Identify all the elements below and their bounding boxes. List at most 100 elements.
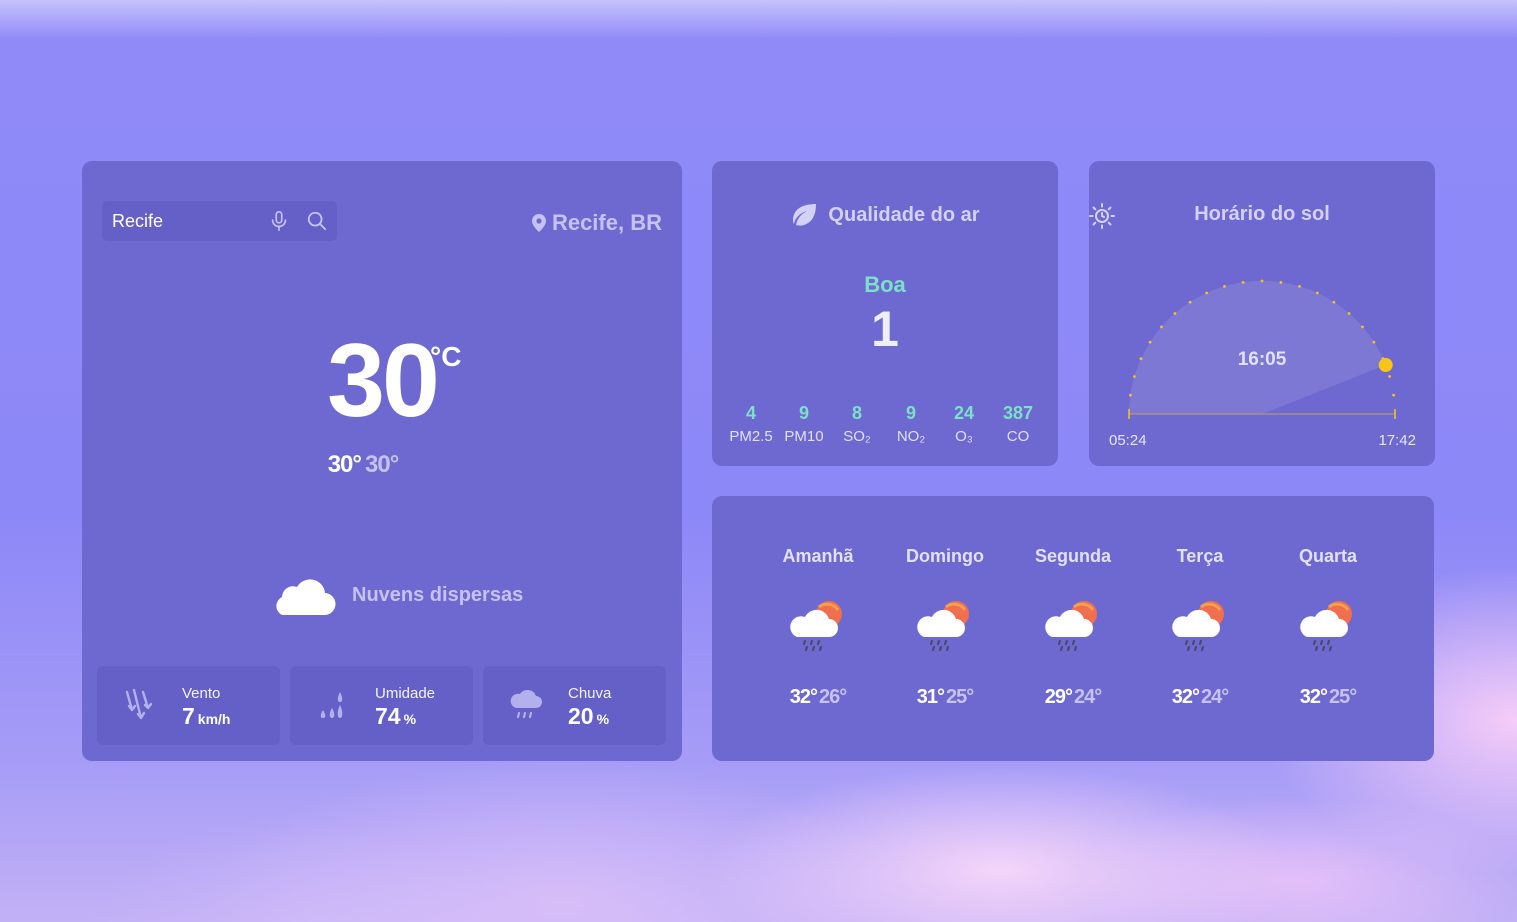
forecast-min: 26° <box>819 686 847 708</box>
pollutant-o3: 24 O₃ <box>938 403 990 445</box>
pollutant-name: PM10 <box>784 428 824 445</box>
rain-sun-cloud-icon <box>788 599 844 652</box>
pollutant-name: O₃ <box>955 428 973 445</box>
forecast-day-name: Terça <box>1176 546 1224 566</box>
sun-arc-dot <box>1133 375 1136 378</box>
weather-condition: Nuvens dispersas <box>268 573 523 617</box>
humidity-label: Umidade <box>375 685 436 702</box>
sun-arc-dot <box>1332 300 1336 304</box>
humidity-number: 74 <box>375 703 401 729</box>
forecast-max: 32° <box>1299 686 1328 708</box>
air-quality-card: Qualidade do ar Boa 1 4 PM2.5 9 PM10 8 S… <box>712 161 1058 466</box>
current-weather-card: Recife, BR 30 °C 30°30° Nuvens dispersas… <box>82 161 682 761</box>
wind-icon <box>125 688 153 720</box>
forecast-min: 25° <box>946 686 974 708</box>
max-temp: 30° <box>327 451 362 478</box>
rain-label: Chuva <box>568 685 612 702</box>
forecast-temps: 29° 24° <box>1009 686 1137 709</box>
pollutant-name: SO₂ <box>843 428 871 445</box>
sun-arc-dot <box>1148 340 1152 344</box>
temperature-unit: °C <box>430 341 462 372</box>
forecast-day-name: Segunda <box>1034 546 1111 566</box>
wind-number: 7 <box>182 703 195 729</box>
forecast-min: 24° <box>1074 686 1102 708</box>
air-quality-status: Boa <box>864 272 906 297</box>
pollutant-name: PM2.5 <box>729 428 773 445</box>
sun-arc-dot <box>1372 340 1376 344</box>
sun-arc-dot <box>1160 325 1163 329</box>
forecast-max: 32° <box>1171 686 1200 708</box>
temperature-value: 30 <box>327 323 440 439</box>
rain-sun-cloud-icon <box>915 599 971 652</box>
forecast-day: Amanhã 32° 26° <box>754 546 882 709</box>
sunrise-time: 05:24 <box>1109 432 1147 449</box>
sun-times-card: Horário do sol 16:05 05:24 17:42 <box>1089 161 1435 466</box>
forecast-max: 31° <box>916 686 945 708</box>
sun-arc-chart <box>1128 279 1396 419</box>
pollutant-value: 9 <box>905 403 916 423</box>
wind-unit: km/h <box>197 711 231 727</box>
location: Recife, BR <box>531 209 662 237</box>
rain-sun-cloud-icon <box>1170 599 1226 652</box>
rain-unit: % <box>596 711 610 727</box>
air-quality-title: Qualidade do ar <box>712 203 1058 227</box>
cloud-icon <box>276 579 336 616</box>
wind-label: Vento <box>182 685 221 702</box>
sun-arc-dot <box>1188 300 1192 304</box>
sun-elapsed-sector <box>1128 280 1386 414</box>
forecast-day: Domingo 31° 25° <box>881 546 1009 709</box>
humidity-drops-icon <box>320 692 343 718</box>
rain-cloud-icon <box>510 689 542 719</box>
forecast-day: Terça 32° 24° <box>1136 546 1264 709</box>
sun-arc-dot <box>1361 325 1364 329</box>
forecast-day-name: Amanhã <box>782 546 854 566</box>
forecast-temps: 32° 26° <box>754 686 882 709</box>
sun-arc-dot <box>1347 312 1351 315</box>
sunset-time: 17:42 <box>1378 432 1416 449</box>
search-box <box>102 201 337 241</box>
rain-sun-cloud-icon <box>1043 599 1099 652</box>
humidity-stat: Umidade 74% <box>290 666 473 745</box>
min-temp: 30° <box>365 451 399 478</box>
current-temperature: 30 °C <box>82 329 682 433</box>
rain-value: 20% <box>568 703 609 730</box>
pollutant-co: 387 CO <box>992 403 1044 445</box>
pollutant-value: 4 <box>745 403 756 423</box>
condition-label: Nuvens dispersas <box>352 583 524 606</box>
pollutant-value: 8 <box>851 403 862 423</box>
sun-arc-dot <box>1241 281 1245 284</box>
pollutant-value: 24 <box>953 403 975 423</box>
location-label: Recife, BR <box>551 210 662 235</box>
search-icon[interactable] <box>306 210 328 232</box>
sun-arc-dot <box>1173 312 1177 315</box>
pollutant-no2: 9 NO₂ <box>885 403 937 445</box>
pollutant-name: CO <box>1006 428 1030 445</box>
leaf-icon <box>793 204 817 226</box>
air-quality-title-text: Qualidade do ar <box>828 203 980 226</box>
rain-sun-cloud-icon <box>1298 599 1354 652</box>
pollutant-value: 387 <box>1002 403 1034 423</box>
map-pin-icon <box>531 214 546 232</box>
sun-arc-dot <box>1392 393 1395 397</box>
search-input[interactable] <box>112 209 262 233</box>
min-max-temperature: 30° 30° <box>82 451 644 479</box>
humidity-value: 74% <box>375 703 416 730</box>
forecast-min: 25° <box>1329 686 1357 708</box>
forecast-max: 32° <box>789 686 818 708</box>
forecast-day-name: Quarta <box>1298 546 1358 566</box>
pollutant-pm10: 9 PM10 <box>778 403 830 445</box>
sun-arc-dot <box>1260 279 1264 283</box>
sun-arc-dot <box>1223 285 1226 288</box>
sun-arc-dot <box>1388 375 1391 378</box>
microphone-icon[interactable] <box>268 210 290 232</box>
pollutant-so2: 8 SO₂ <box>831 403 883 445</box>
sun-arc-dot <box>1129 393 1132 397</box>
forecast-temps: 32° 25° <box>1264 686 1392 709</box>
forecast-day: Segunda 29° 24° <box>1009 546 1137 709</box>
air-quality-index: 1 <box>871 301 899 357</box>
sun-arc-dot <box>1205 291 1209 295</box>
sun-arc-dot <box>1298 285 1301 288</box>
rain-stat: Chuva 20% <box>483 666 666 745</box>
forecast-temps: 31° 25° <box>881 686 1009 709</box>
wind-value: 7 km/h <box>182 703 230 730</box>
